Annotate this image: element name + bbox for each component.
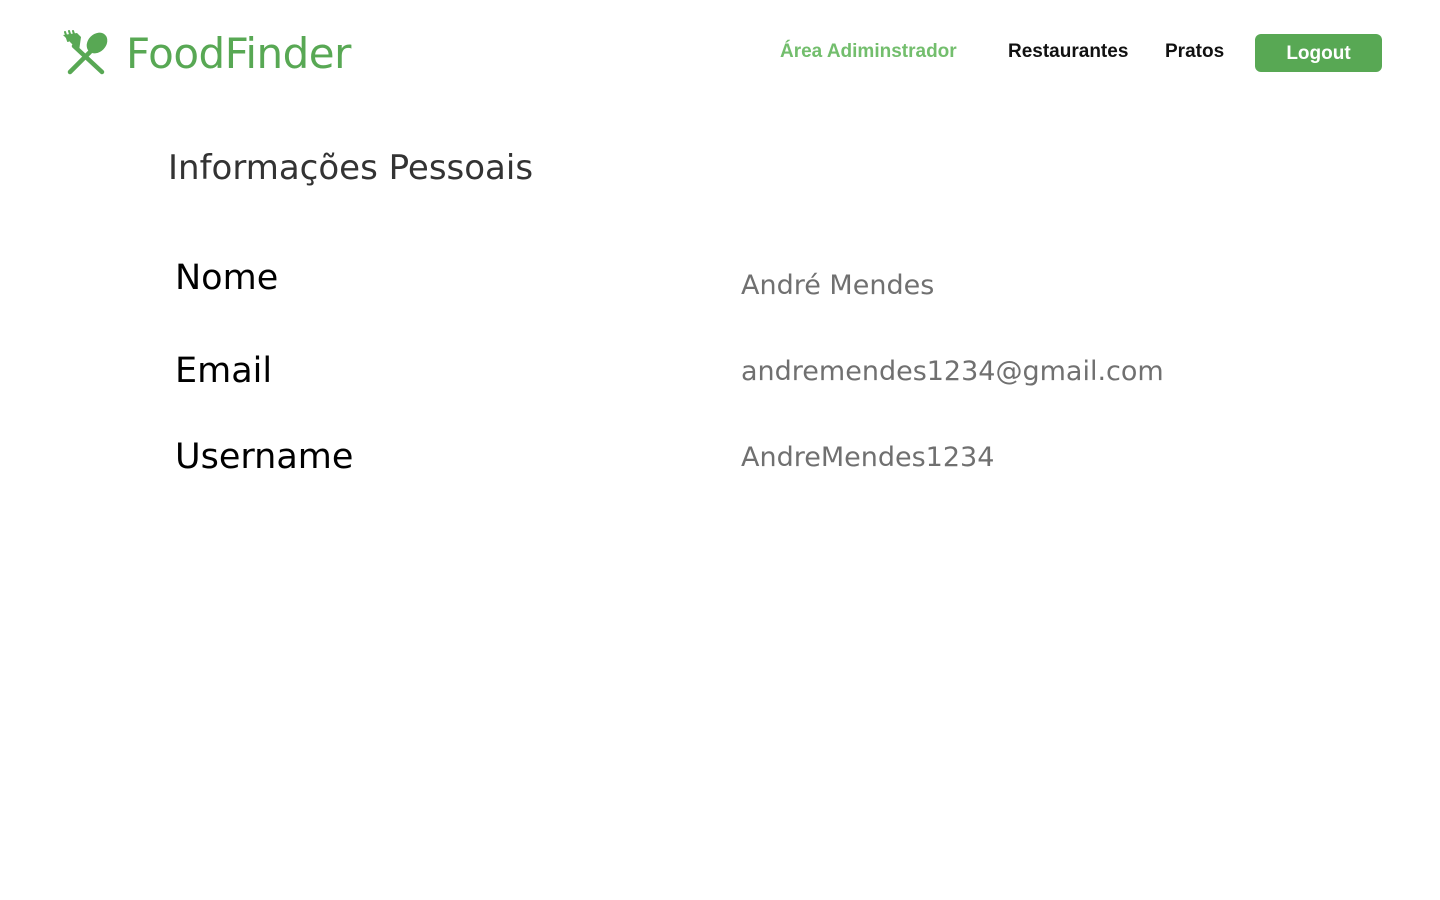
page: FoodFinder Área Adiminstrador Restaurant… [0, 0, 1440, 900]
nav-link-admin-area[interactable]: Área Adiminstrador [780, 34, 957, 72]
logout-button[interactable]: Logout [1255, 34, 1382, 72]
nav-link-restaurantes[interactable]: Restaurantes [1008, 34, 1128, 72]
info-row-nome: Nome André Mendes [175, 258, 1275, 308]
info-row-email: Email andremendes1234@gmail.com [175, 351, 1275, 401]
nav-link-pratos[interactable]: Pratos [1165, 34, 1224, 72]
field-label: Username [175, 437, 354, 477]
field-label: Email [175, 351, 273, 391]
field-value: André Mendes [741, 270, 935, 301]
main-nav: Área Adiminstrador Restaurantes Pratos L… [0, 34, 1440, 72]
top-navbar: FoodFinder Área Adiminstrador Restaurant… [0, 0, 1440, 110]
page-title: Informações Pessoais [168, 148, 534, 188]
info-row-username: Username AndreMendes1234 [175, 437, 1275, 487]
field-label: Nome [175, 258, 279, 298]
field-value: AndreMendes1234 [741, 442, 995, 473]
field-value: andremendes1234@gmail.com [741, 356, 1164, 387]
